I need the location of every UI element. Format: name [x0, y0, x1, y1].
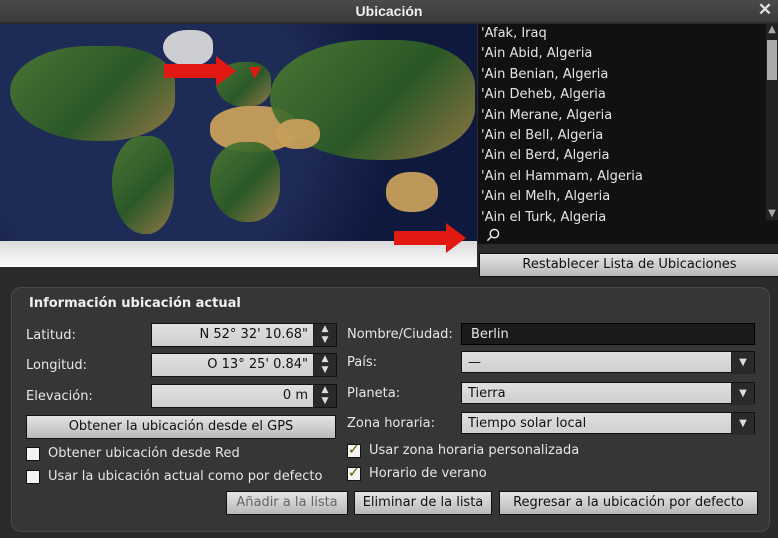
decrement-icon[interactable]: ▼ — [314, 335, 336, 346]
list-item[interactable]: 'Ain el Melh, Algeria — [478, 187, 778, 207]
arabia-desert — [276, 119, 320, 149]
latitude-spinbox[interactable]: N 52° 32' 10.68" ▲ ▼ — [151, 323, 337, 347]
custom-timezone-checkbox[interactable] — [347, 442, 361, 458]
longitude-label: Longitud: — [26, 358, 88, 373]
country-value[interactable]: — — [468, 355, 481, 370]
chevron-down-icon[interactable]: ▼ — [731, 413, 754, 435]
north-america-landmass — [10, 46, 175, 141]
greenland-landmass — [163, 30, 213, 66]
list-item[interactable]: 'Ain Abid, Algeria — [478, 44, 778, 64]
delete-from-list-button[interactable]: Eliminar de la lista — [354, 491, 492, 515]
gps-location-button[interactable]: Obtener la ubicación desde el GPS — [26, 415, 336, 439]
increment-icon[interactable]: ▲ — [314, 354, 336, 365]
planet-select[interactable]: Tierra ▼ — [461, 382, 755, 405]
city-field[interactable]: Berlin — [461, 323, 755, 345]
longitude-spinbox[interactable]: O 13° 25' 0.84" ▲ ▼ — [151, 353, 337, 377]
list-item[interactable]: 'Ain Merane, Algeria — [478, 106, 778, 126]
longitude-stepper[interactable]: ▲ ▼ — [313, 354, 336, 376]
dialog-titlebar: Ubicación ✕ — [0, 0, 778, 22]
decrement-icon[interactable]: ▼ — [314, 396, 336, 407]
chevron-down-icon[interactable]: ▼ — [731, 352, 754, 374]
city-label: Nombre/Ciudad: — [347, 327, 453, 342]
scrollbar-thumb[interactable] — [767, 40, 777, 80]
latitude-label: Latitud: — [26, 328, 76, 343]
return-default-location-button[interactable]: Regresar a la ubicación por defecto — [499, 491, 758, 515]
dst-checkbox[interactable] — [347, 465, 361, 481]
list-item[interactable]: 'Ain Benian, Algeria — [478, 65, 778, 85]
list-item[interactable]: 'Ain el Berd, Algeria — [478, 146, 778, 166]
dialog-title: Ubicación — [355, 3, 423, 19]
south-america-landmass — [112, 136, 174, 234]
default-location-label: Usar la ubicación actual como por defect… — [48, 469, 323, 484]
decrement-icon[interactable]: ▼ — [314, 365, 336, 376]
elevation-value[interactable]: 0 m — [283, 385, 308, 407]
increment-icon[interactable]: ▲ — [314, 385, 336, 396]
elevation-spinbox[interactable]: 0 m ▲ ▼ — [151, 384, 337, 408]
list-item[interactable]: 'Ain Deheb, Algeria — [478, 85, 778, 105]
list-item[interactable]: 'Ain el Bell, Algeria — [478, 126, 778, 146]
location-marker-icon — [249, 67, 261, 79]
country-label: País: — [347, 355, 377, 370]
elevation-label: Elevación: — [26, 389, 93, 404]
latitude-value[interactable]: N 52° 32' 10.68" — [200, 324, 308, 346]
default-location-checkbox[interactable] — [26, 470, 40, 484]
custom-timezone-label: Usar zona horaria personalizada — [369, 443, 580, 458]
dst-label: Horario de verano — [369, 466, 487, 481]
scroll-down-icon[interactable]: ▼ — [766, 208, 778, 220]
australia-landmass — [386, 172, 438, 212]
location-list[interactable]: 'Afak, Iraq 'Ain Abid, Algeria 'Ain Beni… — [478, 24, 778, 244]
list-item[interactable]: 'Afak, Iraq — [478, 24, 778, 44]
timezone-label: Zona horaria: — [347, 416, 436, 431]
list-item[interactable]: 'Ain el Turk, Algeria — [478, 208, 778, 228]
reset-locations-button[interactable]: Restablecer Lista de Ubicaciones — [479, 253, 778, 277]
list-item[interactable]: 'Ain el Hammam, Algeria — [478, 167, 778, 187]
timezone-select[interactable]: Tiempo solar local ▼ — [461, 412, 755, 435]
country-select[interactable]: — ▼ — [461, 351, 755, 374]
longitude-value[interactable]: O 13° 25' 0.84" — [207, 354, 308, 376]
scroll-up-icon[interactable]: ▲ — [766, 24, 778, 36]
close-icon[interactable]: ✕ — [756, 0, 774, 22]
chevron-down-icon[interactable]: ▼ — [731, 383, 754, 405]
planet-value[interactable]: Tierra — [468, 386, 506, 401]
latitude-stepper[interactable]: ▲ ▼ — [313, 324, 336, 346]
add-to-list-button[interactable]: Añadir a la lista — [226, 491, 348, 515]
network-location-checkbox[interactable] — [26, 447, 40, 461]
increment-icon[interactable]: ▲ — [314, 324, 336, 335]
planet-label: Planeta: — [347, 386, 401, 401]
panel-title: Información ubicación actual — [29, 296, 241, 311]
africa-landmass — [210, 142, 280, 222]
elevation-stepper[interactable]: ▲ ▼ — [313, 385, 336, 407]
timezone-value[interactable]: Tiempo solar local — [468, 416, 586, 431]
network-location-label: Obtener ubicación desde Red — [48, 446, 240, 461]
list-scrollbar[interactable]: ▲ ▼ — [766, 24, 778, 220]
search-icon[interactable] — [486, 228, 500, 242]
